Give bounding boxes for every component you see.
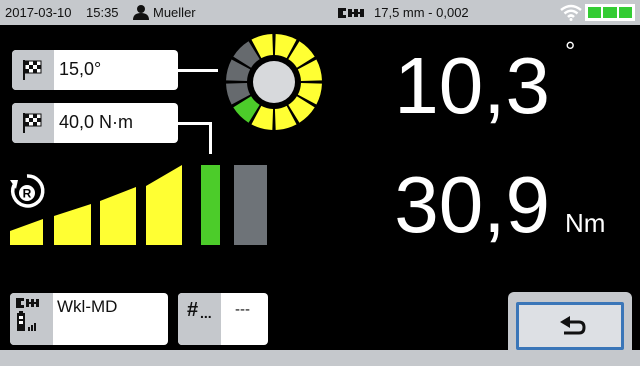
angle-connector: [178, 69, 218, 72]
angle-flag-box: [12, 50, 54, 90]
wifi-icon: [560, 4, 582, 21]
user-icon: [133, 5, 149, 20]
angle-progress-ring: [226, 34, 322, 130]
checkered-flag-icon: [23, 60, 42, 80]
status-time: 15:35: [86, 5, 119, 20]
torque-bar: [201, 165, 220, 245]
count-side: # ...: [178, 293, 221, 345]
tool-battery-icon: [16, 298, 39, 331]
torque-target-box[interactable]: 40,0 N·m: [12, 103, 178, 143]
torque-bar: [234, 165, 267, 245]
battery-indicator: [585, 4, 635, 21]
tool-selector[interactable]: Wkl-MD: [10, 293, 168, 345]
torque-flag-box: [12, 103, 54, 143]
angle-target-value: 15,0°: [59, 59, 102, 79]
angle-target-box[interactable]: 15,0°: [12, 50, 178, 90]
torque-bar: [54, 204, 91, 245]
torque-readout: 30,9: [394, 160, 550, 249]
status-tool-info: 17,5 mm - 0,002: [374, 5, 469, 20]
status-bar: 2017-03-10 15:35 Mueller 17,5 mm - 0,002: [0, 0, 640, 25]
count-selector[interactable]: # ... ---: [178, 293, 268, 345]
tool-name: Wkl-MD: [57, 297, 118, 316]
battery-cell: [588, 7, 602, 18]
torque-bar-graph: [10, 165, 267, 245]
torque-bar: [10, 219, 43, 245]
checkered-flag-icon: [23, 113, 42, 133]
back-arrow-icon: [560, 316, 586, 335]
torque-connector-h: [178, 122, 212, 125]
status-date: 2017-03-10: [5, 5, 72, 20]
angle-unit: °: [565, 36, 576, 66]
count-value: ---: [235, 301, 250, 318]
battery-cell: [618, 7, 632, 18]
torque-target-value: 40,0 N·m: [59, 112, 134, 132]
tool-side: [10, 293, 53, 345]
status-user: Mueller: [153, 5, 196, 20]
torque-bar: [100, 187, 136, 245]
angle-readout: 10,3: [394, 41, 550, 130]
torque-unit: Nm: [565, 208, 606, 238]
back-button-inner[interactable]: [516, 302, 624, 350]
count-dots: ...: [200, 305, 212, 321]
back-button[interactable]: [508, 292, 632, 362]
wrench-icon: [338, 8, 364, 18]
battery-cell: [603, 7, 617, 18]
torque-bar: [146, 165, 182, 245]
hash-icon: #: [187, 299, 199, 321]
ring-center: [253, 61, 295, 103]
